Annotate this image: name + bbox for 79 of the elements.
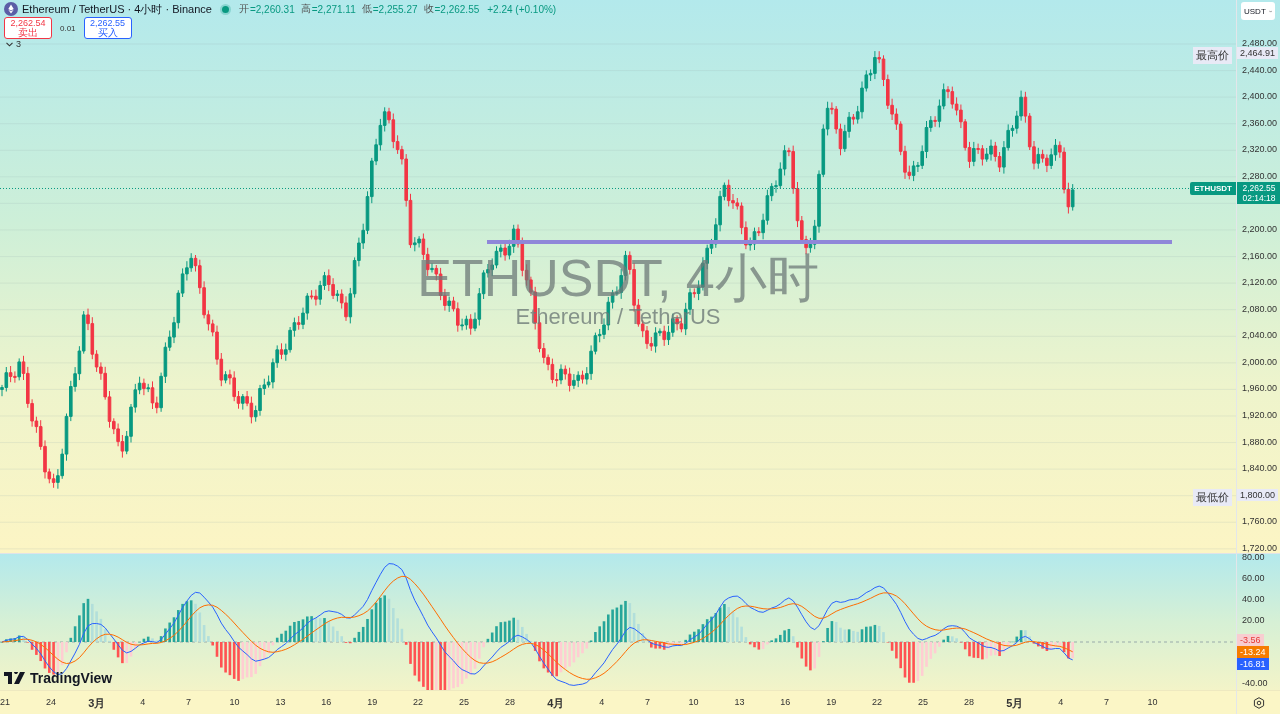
date-label: 22 <box>413 697 424 707</box>
last-price: 2,262.55 <box>1242 183 1276 194</box>
price-tick: 2,040.00 <box>1242 330 1278 341</box>
low-price: 1,800.00 <box>1237 488 1279 501</box>
date-label: 13 <box>275 697 286 707</box>
currency-dropdown[interactable]: USDT <box>1241 2 1275 20</box>
ohlc-value: =2,271.11 <box>311 3 356 15</box>
price-tick: 2,080.00 <box>1242 303 1278 314</box>
date-label: 24 <box>45 697 56 707</box>
date-label: 16 <box>321 697 332 707</box>
bar-countdown: 02:14:18 <box>1242 193 1276 204</box>
date-label: 7 <box>1104 697 1110 707</box>
price-tick: 2,160.00 <box>1242 250 1278 261</box>
date-label: 4 <box>599 697 605 707</box>
date-label: 7 <box>186 697 192 707</box>
price-tick: 2,360.00 <box>1242 117 1278 128</box>
date-label: 13 <box>734 697 745 707</box>
sell-button[interactable]: 2,262.54 卖出 <box>4 17 52 39</box>
date-label: 10 <box>1147 697 1158 707</box>
chevron-down-icon <box>6 41 13 47</box>
oscillator-tick: -40.00 <box>1242 678 1268 688</box>
date-label: 4 <box>140 697 146 707</box>
date-label: 3月 <box>88 696 106 711</box>
indicator-value: -3.56 <box>1237 634 1264 646</box>
symbol-badge: ETHUSDT <box>1190 182 1236 196</box>
price-tick: 1,840.00 <box>1242 463 1278 474</box>
ohlc-value: =2,260.31 <box>249 3 295 15</box>
price-tick: 2,200.00 <box>1242 224 1278 234</box>
price-tick: 2,320.00 <box>1242 144 1278 155</box>
ohlc-label: 开 <box>238 2 249 16</box>
date-label: 10 <box>688 697 699 707</box>
date-label: 16 <box>780 697 791 707</box>
date-label: 25 <box>918 697 928 707</box>
date-label: 25 <box>459 697 469 707</box>
ohlc-label: 低 <box>361 2 372 16</box>
ohlc-label: 高 <box>300 2 311 16</box>
price-tick: 1,880.00 <box>1242 436 1278 447</box>
date-label: 22 <box>872 697 883 707</box>
price-change: +2.24 (+0.10%) <box>487 3 557 15</box>
high-label: 最高价 <box>1193 47 1232 64</box>
high-price: 2,464.91 <box>1237 47 1279 59</box>
date-label: 10 <box>229 697 240 707</box>
price-tick: 1,920.00 <box>1242 409 1278 420</box>
brand-logo[interactable]: TradingView <box>4 670 113 686</box>
oscillator-tick: 40.00 <box>1242 594 1265 604</box>
date-label: 5月 <box>1006 696 1024 711</box>
date-label: 21 <box>0 697 10 707</box>
date-label: 28 <box>504 697 515 707</box>
price-tick: 1,760.00 <box>1242 516 1278 527</box>
tradingview-logo-icon <box>4 672 26 684</box>
oscillator-tick: 20.00 <box>1242 615 1265 625</box>
ohlc-value: =2,262.55 <box>434 3 480 15</box>
indicators-toggle[interactable]: 3 <box>4 40 21 48</box>
price-tick: 2,480.00 <box>1242 38 1278 48</box>
price-tick: 2,120.00 <box>1242 277 1278 288</box>
market-status-icon <box>221 5 229 13</box>
price-tick: 2,000.00 <box>1242 356 1278 367</box>
price-tick: 1,960.00 <box>1242 383 1278 394</box>
price-tick: 2,280.00 <box>1242 170 1278 181</box>
ethereum-logo-icon <box>4 2 18 16</box>
indicator-value: -16.81 <box>1237 658 1269 670</box>
price-tick: 1,720.00 <box>1242 542 1278 553</box>
ohlc-label: 收 <box>423 2 434 16</box>
low-label: 最低价 <box>1193 488 1232 506</box>
ohlc-value: =2,255.27 <box>372 3 418 15</box>
spread-value: 0.01 <box>60 23 76 33</box>
oscillator-tick: 60.00 <box>1242 573 1265 583</box>
price-tick: 2,400.00 <box>1242 91 1278 102</box>
indicator-value: -13.24 <box>1237 646 1269 658</box>
date-label: 28 <box>963 697 974 707</box>
oscillator-tick: 80.00 <box>1242 552 1265 562</box>
date-label: 4月 <box>547 696 565 711</box>
date-label: 7 <box>645 697 651 707</box>
date-label: 19 <box>826 697 837 707</box>
symbol-title[interactable]: Ethereum / TetherUS · 4小时 · Binance <box>22 1 212 17</box>
date-label: 4 <box>1058 697 1064 707</box>
price-tick: 2,440.00 <box>1242 64 1278 75</box>
buy-button[interactable]: 2,262.55 买入 <box>83 17 132 39</box>
date-label: 19 <box>367 697 378 707</box>
